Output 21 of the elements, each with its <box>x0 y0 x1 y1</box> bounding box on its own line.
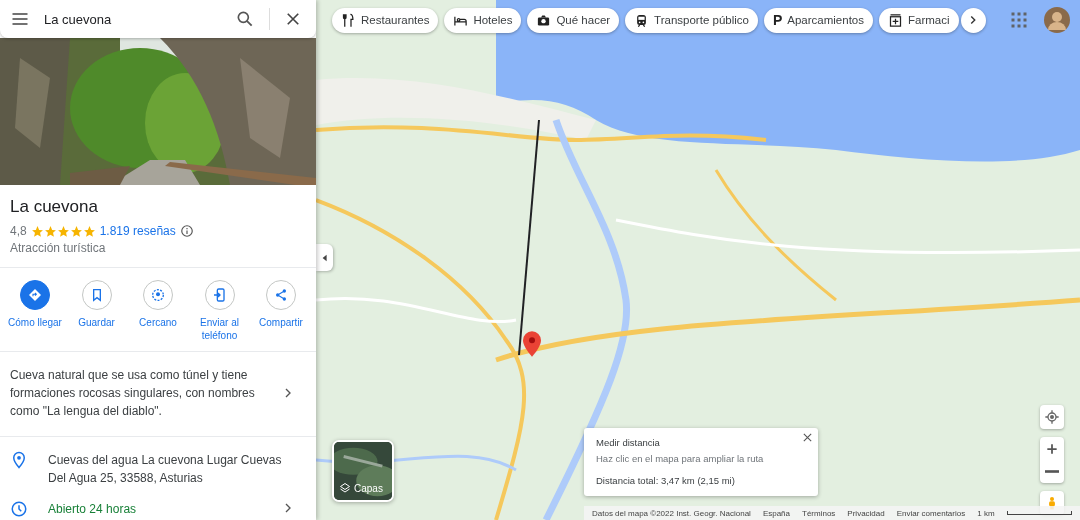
category-label: Atracción turística <box>10 241 107 255</box>
action-button[interactable]: Cómo llegar <box>6 280 64 342</box>
share-icon <box>273 287 289 303</box>
reviews-link[interactable]: 1.819 reseñas <box>99 224 176 238</box>
location-pin-icon <box>10 451 28 469</box>
rating-value: 4,8 <box>10 224 27 238</box>
action-button[interactable]: Guardar <box>67 280 126 342</box>
address-text: Cuevas del agua La cuevona Lugar Cuevas Del Agua 25, 33588, Asturias <box>48 452 283 487</box>
action-button[interactable]: Cercano <box>129 280 187 342</box>
directions-icon <box>27 287 43 303</box>
close-icon[interactable] <box>284 10 302 28</box>
phone-icon <box>211 287 228 303</box>
info-icon[interactable] <box>179 224 194 238</box>
description-text: Cueva natural que se usa como túnel y tiene formaciones rocosas singulares, con nombres como "La lengua del diablo". <box>10 367 256 420</box>
clock-icon <box>10 500 28 518</box>
action-button[interactable]: Compartir <box>252 280 310 342</box>
action-button[interactable]: Enviar al teléfono <box>190 280 249 342</box>
hours-text: Abierto 24 horas <box>48 501 138 518</box>
search-icon[interactable] <box>235 9 255 29</box>
place-title: La cuevona <box>10 197 99 217</box>
nearby-icon <box>150 287 166 303</box>
